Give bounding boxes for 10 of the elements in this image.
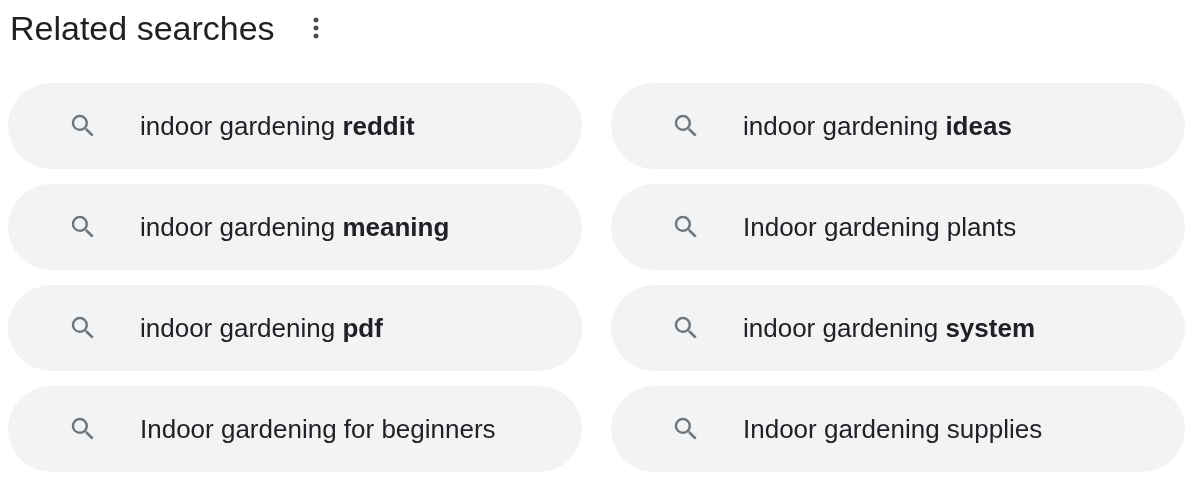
related-search-link[interactable]: indoor gardening reddit (8, 83, 582, 169)
related-search-link[interactable]: Indoor gardening plants (611, 184, 1185, 270)
related-search-link[interactable]: indoor gardening ideas (611, 83, 1185, 169)
related-search-link[interactable]: Indoor gardening supplies (611, 386, 1185, 472)
related-search-link[interactable]: indoor gardening system (611, 285, 1185, 371)
section-heading: Related searches (10, 8, 275, 48)
more-options-icon (312, 17, 319, 39)
related-search-link[interactable]: indoor gardening pdf (8, 285, 582, 371)
related-search-link[interactable]: indoor gardening meaning (8, 184, 582, 270)
related-search-link[interactable]: Indoor gardening for beginners (8, 386, 582, 472)
